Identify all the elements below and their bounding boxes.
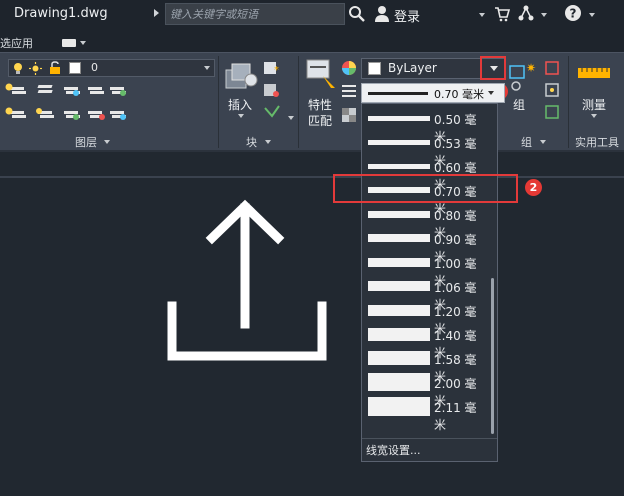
panel-separator [218,56,219,148]
measure-button-label[interactable]: 测量 [582,96,606,113]
ribbon-toggle-icon[interactable] [62,39,76,47]
lineweight-combo-arrow-icon[interactable] [488,91,494,95]
help-caret-icon[interactable] [589,13,595,17]
panel-separator [568,56,569,148]
sun-icon [29,62,42,75]
svg-text:?: ? [570,7,577,21]
lineweight-preview-line [368,234,430,242]
lineweight-preview-line [368,397,430,416]
search-icon[interactable] [348,5,366,23]
lineweight-value: 0.70 毫米 [434,88,484,101]
login-caret-icon[interactable] [479,13,485,17]
annotation-badge-2: 2 [525,179,542,196]
layer-color-swatch [69,62,81,74]
ribbon-toggle-caret-icon[interactable] [80,41,86,45]
lineweight-option[interactable]: 2.11 毫米 [368,396,486,432]
lineweight-preview-line [368,351,430,365]
measure-caret-icon[interactable] [591,114,597,118]
lineweight-option[interactable]: 1.58 毫米 [368,348,486,384]
layer-name: 0 [91,61,98,74]
upload-icon [167,199,327,361]
lineweight-option[interactable]: 1.06 毫米 [368,276,486,312]
lineweight-option-label: 2.11 毫米 [434,401,477,432]
ribbon-tabs [0,30,624,52]
help-icon[interactable]: ? [564,4,582,22]
lineweight-preview-line [368,164,430,169]
lineweight-preview-line [368,328,430,341]
block-panel-caret-icon[interactable] [265,140,271,144]
insert-caret-icon[interactable] [238,114,244,118]
layer-combo[interactable]: 0 [8,59,215,77]
lineweight-dropdown[interactable]: 0.50 毫米 0.53 毫米 0.60 毫米 0.70 毫米 0.80 毫米 0.90 … [361,103,498,462]
utilities-panel-label[interactable]: 实用工具 [575,134,619,150]
lineweight-settings-link[interactable]: 线宽设置... [366,442,421,458]
color-swatch [368,62,381,75]
selected-item-highlight [333,174,518,203]
match-label-line1[interactable]: 特性 [308,96,332,113]
color-value: ByLayer [388,61,437,75]
lineweight-preview-line [368,140,430,145]
lineweight-preview-line [368,373,430,391]
layer-tool-icons[interactable] [4,81,132,127]
match-properties-icon[interactable] [305,58,339,90]
lineweight-option[interactable]: 1.40 毫米 [368,324,486,360]
lineweight-option[interactable]: 0.80 毫米 [368,204,486,240]
panel-separator [298,56,299,148]
lineweight-option[interactable]: 1.20 毫米 [368,300,486,336]
lineweight-preview-line [368,92,428,95]
lineweight-option[interactable]: 0.53 毫米 [368,132,486,168]
cart-icon[interactable] [494,6,510,22]
transparency-icon[interactable] [342,108,356,122]
group-panel-caret-icon[interactable] [540,140,546,144]
svg-text:*: * [274,65,279,76]
color-dropdown-button[interactable] [480,56,506,80]
match-label-line2[interactable]: 匹配 [308,112,332,129]
block-tools-caret-icon[interactable] [288,116,294,120]
layer-combo-arrow-icon[interactable] [204,66,210,70]
lineweight-option[interactable]: 1.00 毫米 [368,252,486,288]
lineweight-combo[interactable]: 0.70 毫米 [361,83,505,103]
lineweight-preview-line [368,305,430,316]
document-title: Drawing1.dwg [14,6,108,21]
layer-panel-caret-icon[interactable] [104,140,110,144]
lineweight-option[interactable]: 0.60 毫米 [368,156,486,192]
svg-text:✷: ✷ [526,61,536,75]
lineweight-preview-line [368,211,430,218]
insert-button-label[interactable]: 插入 [228,96,252,113]
lineweight-option[interactable]: 0.50 毫米 [368,108,486,144]
dropdown-scrollbar[interactable] [491,278,494,434]
lineweight-preview-line [368,281,430,291]
lightbulb-icon [14,63,22,74]
title-arrow-icon[interactable] [154,9,159,17]
user-icon[interactable] [374,5,390,23]
unlock-icon [50,61,60,74]
block-panel-label[interactable]: 块 [246,134,257,150]
search-input[interactable]: 键入关键字或短语 [170,6,258,22]
lineweight-option[interactable]: 0.90 毫米 [368,228,486,264]
chevron-down-icon [490,66,498,71]
network-icon[interactable] [518,5,534,21]
measure-icon[interactable] [578,66,610,80]
color-wheel-icon[interactable] [341,60,357,76]
group-panel-label[interactable]: 组 [521,134,532,150]
dropdown-separator [362,438,497,439]
group-icon[interactable]: ✷ [508,60,538,92]
insert-block-icon[interactable] [224,60,260,92]
network-caret-icon[interactable] [541,13,547,17]
lineweight-option[interactable]: 2.00 毫米 [368,372,486,408]
tab-select-app[interactable]: 选应用 [0,35,33,51]
login-button[interactable]: 登录 [394,6,420,25]
lineweight-preview-line [368,116,430,121]
block-tool-icons[interactable]: * [262,60,282,122]
group-button-label[interactable]: 组 [513,96,525,113]
search-box[interactable]: 键入关键字或短语 [165,3,345,25]
linetype-icon[interactable] [342,84,356,98]
group-tool-icons[interactable] [544,60,562,124]
lineweight-preview-line [368,258,430,267]
workspace-divider [0,176,624,178]
layer-panel-label[interactable]: 图层 [75,134,97,150]
